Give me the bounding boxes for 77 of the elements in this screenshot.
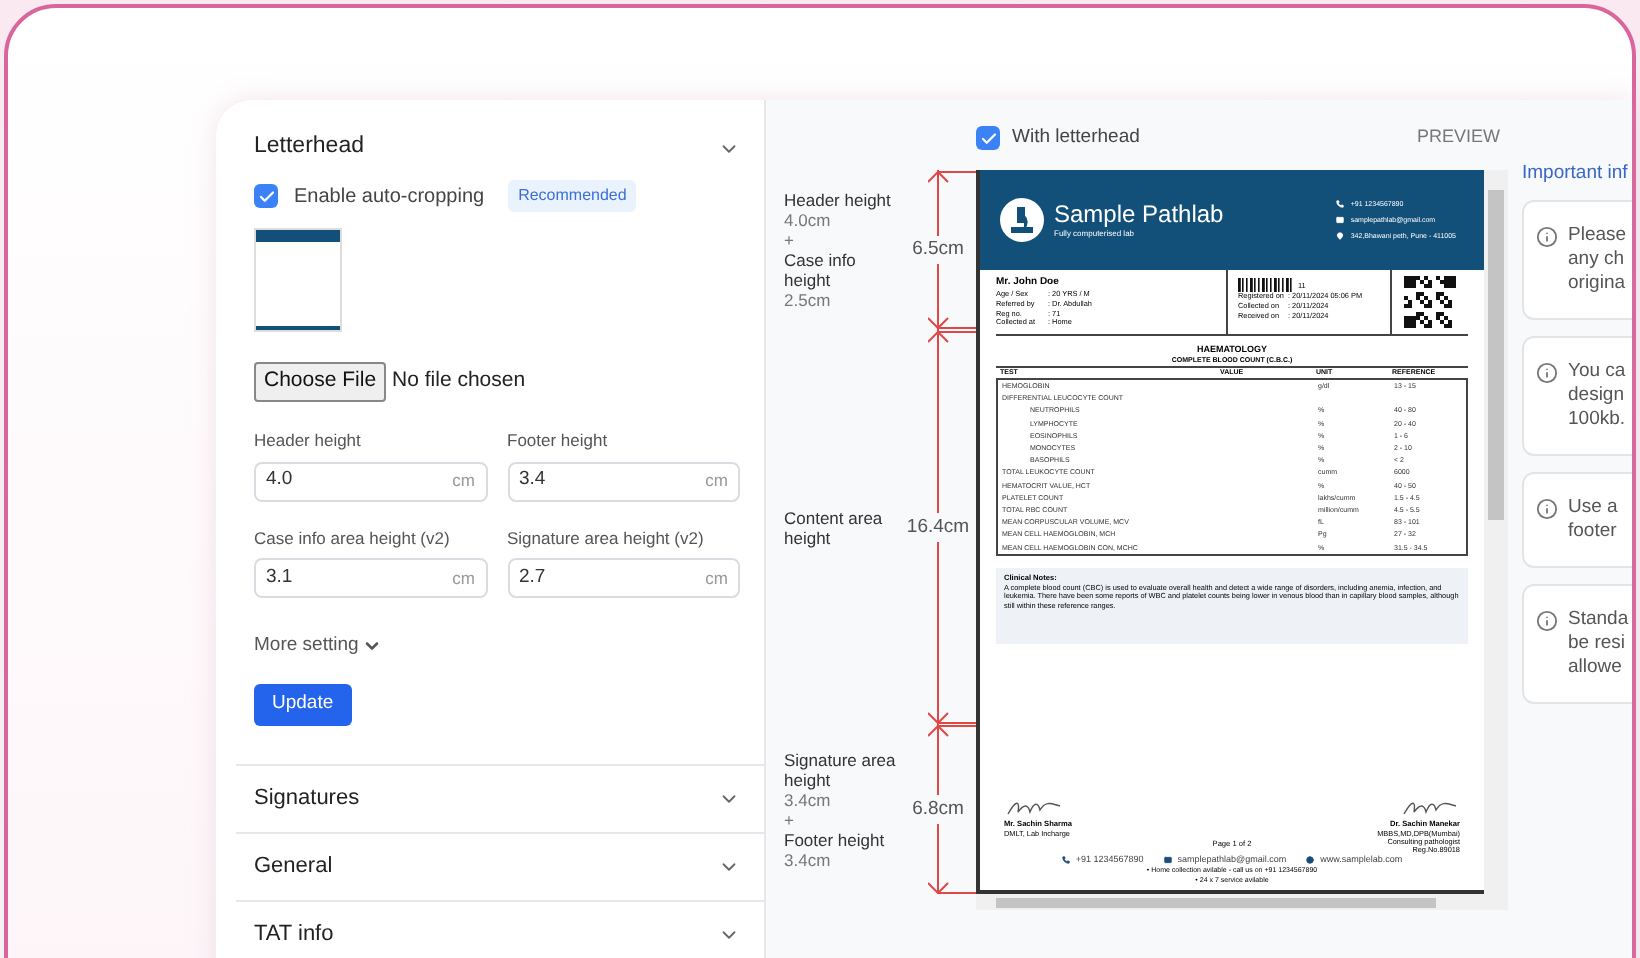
info-text: footer	[1568, 520, 1618, 545]
preview-label: PREVIEW	[1416, 124, 1500, 151]
dimension-label: 3.4cm	[784, 849, 833, 869]
more-settings-link[interactable]: More setting	[254, 632, 383, 661]
info-icon	[1536, 362, 1558, 385]
info-text: any ch	[1568, 248, 1626, 273]
dimension-label: Case info height	[784, 250, 858, 290]
number-field[interactable]: 4.0 cm	[254, 461, 487, 501]
horizontal-scrollbar[interactable]	[976, 894, 1508, 910]
section-title[interactable]: General	[254, 849, 333, 883]
info-icon	[1536, 610, 1558, 633]
choose-file-button[interactable]: Choose File	[254, 362, 387, 402]
mail-icon	[1336, 216, 1345, 224]
lab-name: Sample Pathlab	[1054, 200, 1224, 228]
unit-label: cm	[705, 468, 728, 494]
check-icon	[979, 129, 997, 147]
number-field[interactable]: 2.7 cm	[507, 558, 740, 599]
field-value: 3.4	[519, 466, 546, 495]
checkbox-label: With letterhead	[1012, 123, 1140, 152]
field-label: Case info area height (v2)	[254, 525, 452, 551]
info-title: Important inf	[1522, 160, 1630, 188]
update-button[interactable]: Update	[254, 683, 352, 725]
barcode-icon	[1238, 278, 1294, 292]
info-text: Standa	[1568, 608, 1629, 633]
info-icon	[1536, 498, 1558, 521]
recommended-badge: Recommended	[508, 180, 637, 212]
map-pin-icon	[1336, 232, 1345, 240]
dimension-label: 3.4cm	[784, 789, 833, 809]
field-label: Signature area height (v2)	[507, 525, 706, 551]
dimension-line	[928, 823, 976, 894]
info-text: origina	[1568, 272, 1627, 297]
field-label: Footer height	[507, 427, 610, 453]
phone-icon	[1061, 856, 1070, 864]
field-value: 3.1	[266, 564, 293, 593]
dimension-label: Signature area height	[784, 749, 898, 789]
file-status: No file chosen	[392, 366, 526, 396]
dimension-label: +	[784, 230, 796, 250]
number-field[interactable]: 3.1 cm	[254, 558, 487, 599]
dimension-label: 2.5cm	[784, 290, 833, 310]
dimension-label: 4.0cm	[784, 210, 833, 230]
scrollbar[interactable]	[1484, 170, 1508, 894]
dimension-label: +	[784, 809, 796, 829]
dimension-label: Content area height	[784, 507, 885, 547]
checkbox-label: Enable auto-cropping	[294, 183, 485, 211]
info-icon	[1536, 226, 1558, 249]
info-text: 100kb.	[1568, 408, 1626, 433]
qr-code-icon	[1404, 276, 1456, 328]
letterhead-thumbnail	[254, 228, 342, 332]
info-text: Use a	[1568, 496, 1618, 521]
number-field[interactable]: 3.4 cm	[507, 461, 740, 501]
unit-label: cm	[705, 565, 728, 592]
checkbox[interactable]	[976, 126, 1000, 150]
dimension-line	[928, 170, 976, 236]
unit-label: cm	[452, 565, 475, 592]
checkbox[interactable]	[254, 184, 278, 208]
section-title[interactable]: Signatures	[254, 781, 360, 815]
info-text: Please	[1568, 224, 1627, 249]
section-title[interactable]: TAT info	[254, 917, 334, 951]
mail-icon	[1163, 856, 1172, 864]
dimension-value: 6.5cm	[912, 236, 964, 264]
phone-icon	[1336, 200, 1345, 208]
globe-icon	[1306, 856, 1315, 864]
microscope-logo-icon	[1000, 198, 1044, 242]
dimension-value: 6.8cm	[912, 795, 964, 823]
info-text: allowe	[1568, 656, 1624, 681]
field-label: Header height	[254, 427, 363, 453]
info-text: You ca	[1568, 360, 1626, 385]
unit-label: cm	[452, 468, 475, 494]
dimension-value: 16.4cm	[906, 513, 970, 541]
section-title: Letterhead	[254, 132, 364, 163]
field-value: 2.7	[519, 564, 546, 593]
check-icon	[257, 187, 275, 205]
info-text: be resi	[1568, 632, 1628, 657]
field-value: 4.0	[266, 466, 293, 495]
info-text: design	[1568, 384, 1626, 409]
dimension-label: Footer height	[784, 829, 887, 849]
dimension-label: Header height	[784, 190, 893, 210]
